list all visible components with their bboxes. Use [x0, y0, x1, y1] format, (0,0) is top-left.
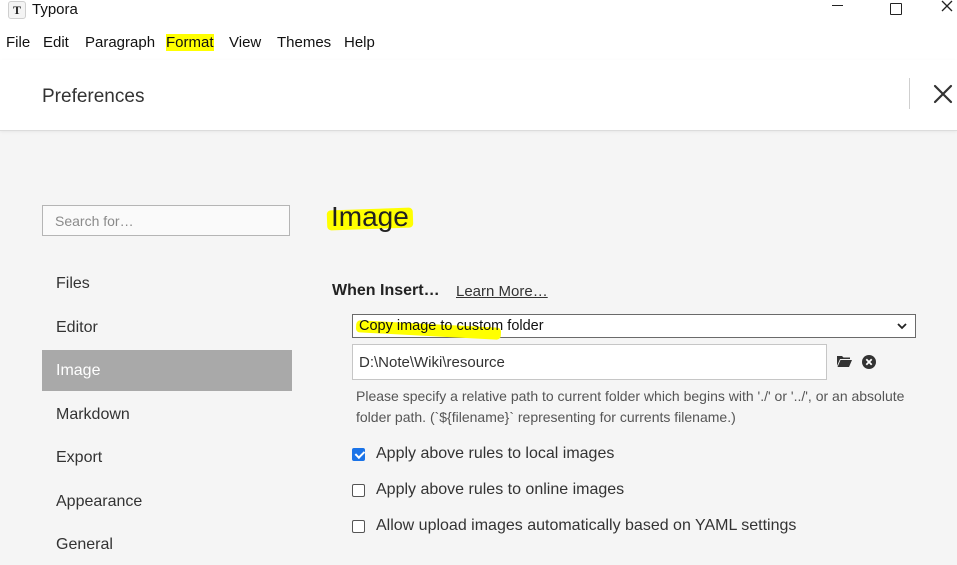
section-title: Image: [326, 201, 414, 233]
sidebar-item-appearance[interactable]: Appearance: [42, 481, 292, 522]
path-help-text: Please specify a relative path to curren…: [356, 388, 905, 425]
menu-format[interactable]: Format: [166, 34, 214, 51]
sidebar-item-markdown[interactable]: Markdown: [42, 394, 292, 435]
clear-icon[interactable]: [862, 355, 876, 369]
maximize-icon: [890, 3, 902, 15]
sidebar-item-label: Editor: [56, 318, 98, 336]
checkbox-icon[interactable]: [352, 447, 365, 461]
menu-themes[interactable]: Themes: [277, 34, 331, 51]
sidebar-item-general[interactable]: General: [42, 524, 292, 565]
option-online-images[interactable]: Apply above rules to online images: [352, 481, 624, 499]
sidebar-item-label: Appearance: [56, 492, 143, 510]
close-icon: [941, 0, 953, 12]
checkbox-icon[interactable]: [352, 483, 365, 497]
sidebar-item-files[interactable]: Files: [42, 263, 292, 304]
section-title-text: Image: [331, 201, 409, 232]
menu-edit[interactable]: Edit: [43, 34, 69, 51]
window-close-button[interactable]: [937, 0, 957, 18]
when-insert-label: When Insert…: [332, 282, 440, 299]
sidebar-item-label: General: [56, 535, 113, 553]
checkbox-icon[interactable]: [352, 519, 365, 533]
insert-action-select[interactable]: Copy image to custom folder: [352, 314, 916, 340]
menu-paragraph[interactable]: Paragraph: [85, 34, 155, 51]
title-bar: T Typora: [0, 0, 957, 22]
menu-help[interactable]: Help: [344, 34, 375, 51]
search-input[interactable]: [42, 205, 290, 236]
sidebar-item-label: Files: [56, 274, 90, 292]
option-label: Apply above rules to online images: [376, 481, 625, 498]
sidebar-item-editor[interactable]: Editor: [42, 307, 292, 348]
option-label: Apply above rules to local images: [376, 445, 615, 462]
option-local-images[interactable]: Apply above rules to local images: [352, 445, 614, 463]
maximize-button[interactable]: [881, 0, 911, 18]
preferences-title: Preferences: [42, 86, 145, 107]
sidebar-item-label: Image: [56, 361, 101, 379]
menu-view[interactable]: View: [229, 34, 261, 51]
menu-bar: File Edit Paragraph Format View Themes H…: [0, 22, 957, 60]
folder-icon[interactable]: [836, 354, 852, 368]
app-icon: T: [8, 1, 26, 19]
sidebar-item-export[interactable]: Export: [42, 437, 292, 478]
close-preferences-button[interactable]: [932, 83, 954, 105]
sidebar-item-label: Markdown: [56, 405, 130, 423]
close-icon: [933, 84, 953, 104]
preferences-header: Preferences: [0, 60, 957, 131]
menu-file[interactable]: File: [6, 34, 30, 51]
option-auto-upload[interactable]: Allow upload images automatically based …: [352, 517, 796, 535]
window-title: Typora: [32, 1, 78, 18]
chevron-down-icon: [897, 323, 907, 330]
header-divider: [909, 78, 910, 109]
minimize-button[interactable]: [822, 0, 852, 18]
insert-action-value: Copy image to custom folder: [359, 318, 544, 334]
learn-more-link[interactable]: Learn More…: [456, 283, 548, 300]
sidebar-item-image[interactable]: Image: [42, 350, 292, 391]
minimize-icon: [831, 4, 843, 6]
option-label: Allow upload images automatically based …: [376, 517, 797, 534]
sidebar-item-label: Export: [56, 448, 103, 466]
image-folder-path-input[interactable]: [352, 344, 827, 380]
